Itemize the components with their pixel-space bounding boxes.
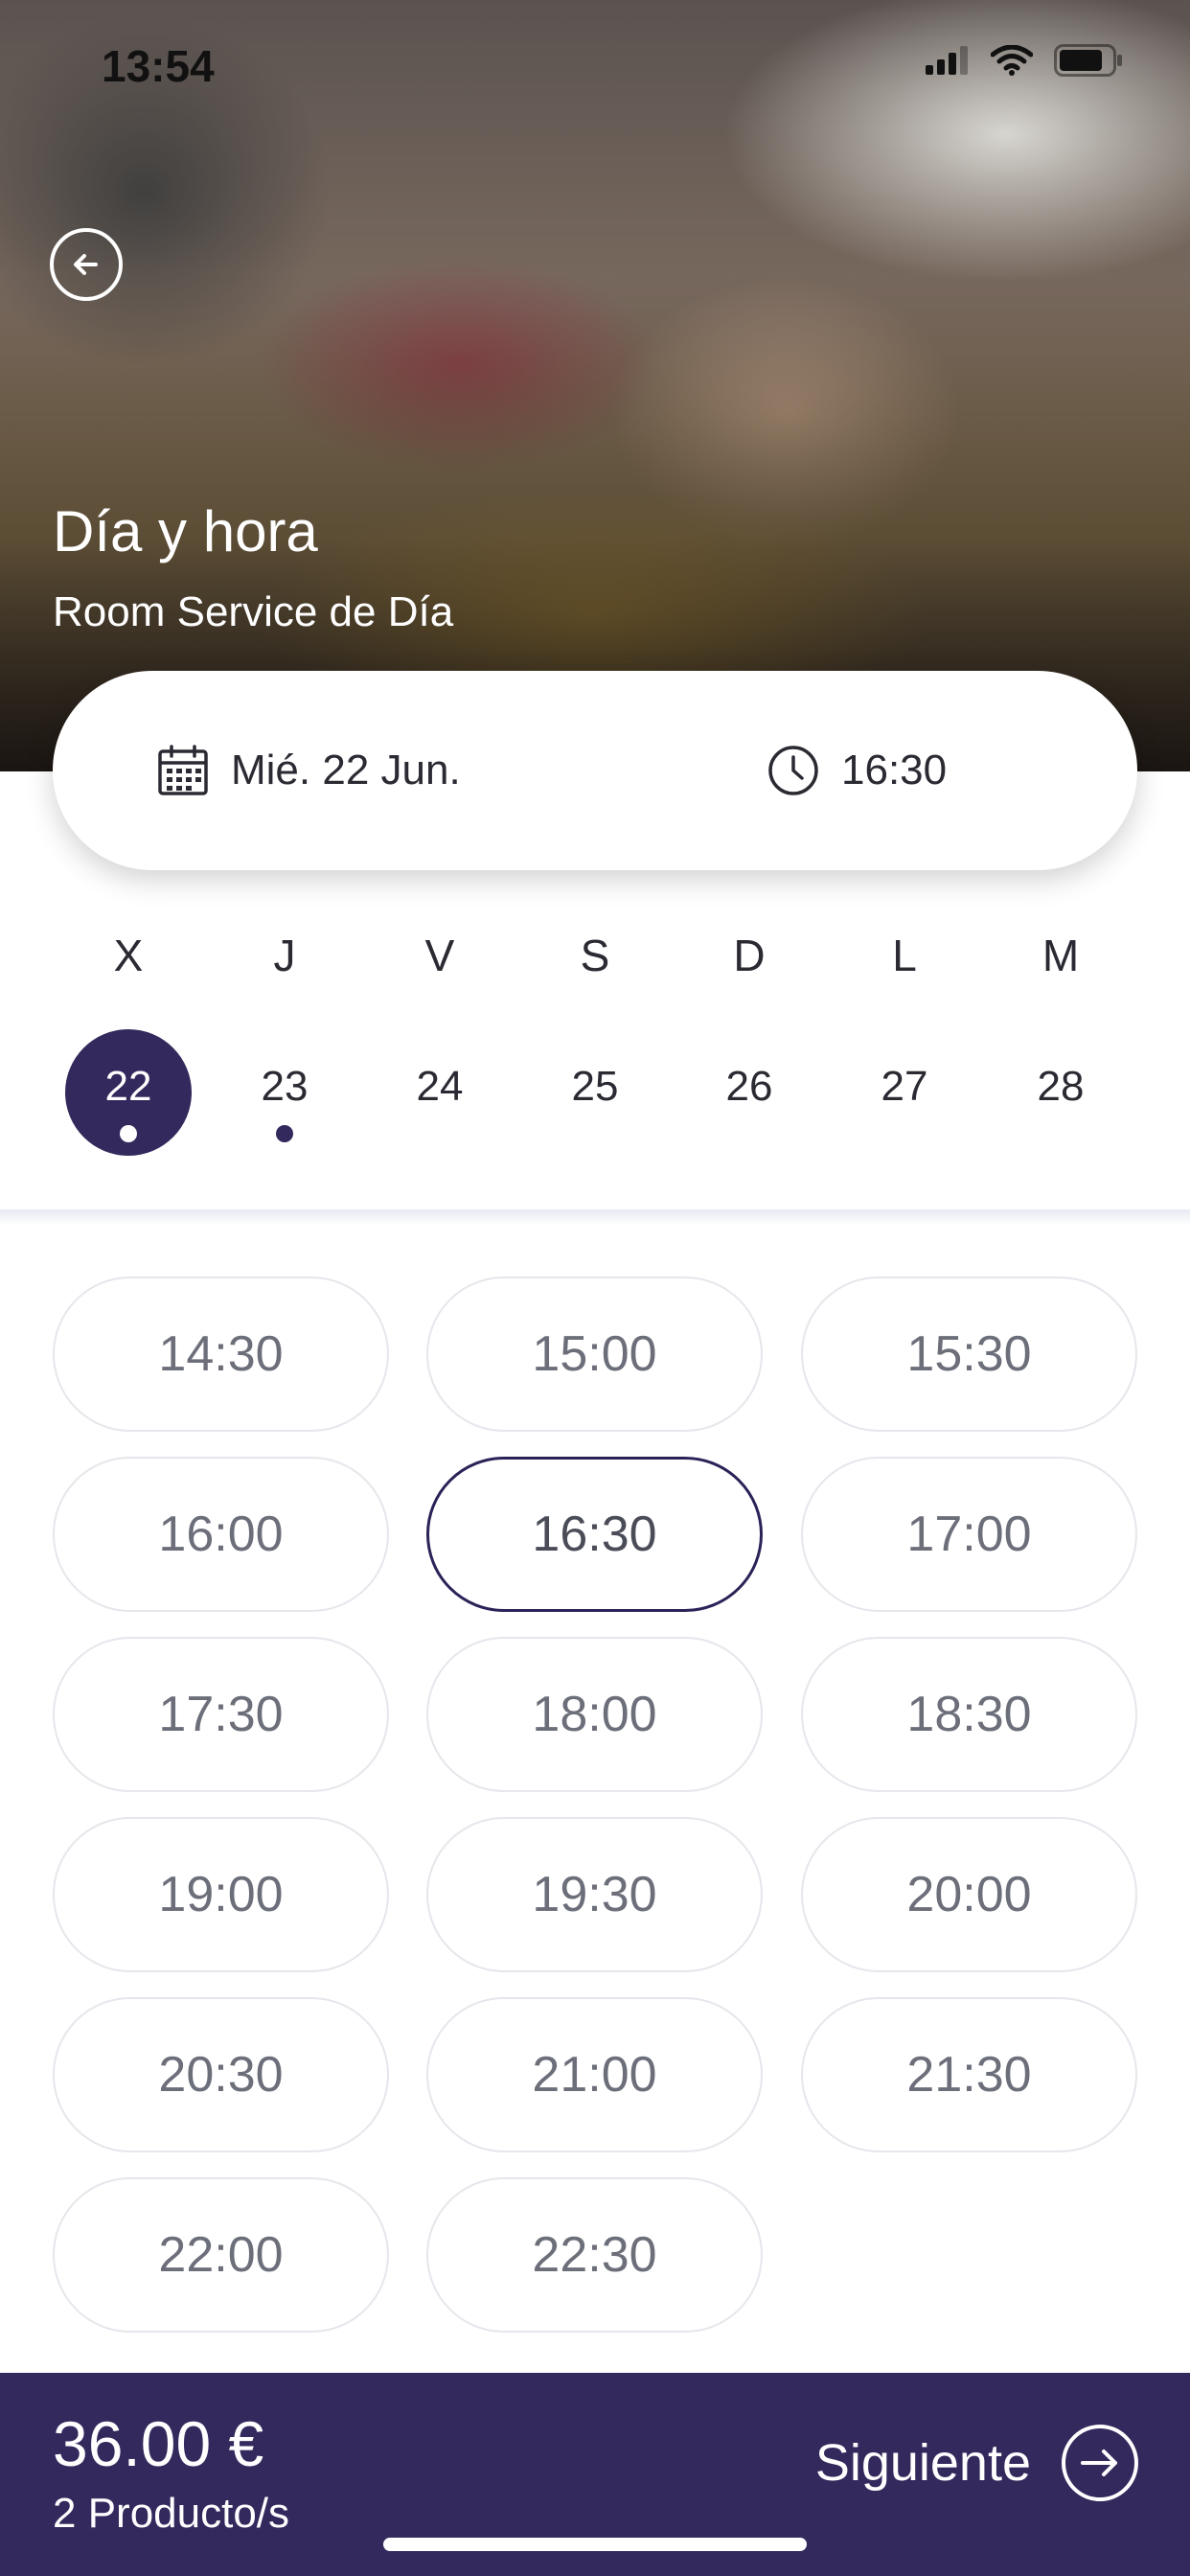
day-letter: M	[1041, 931, 1080, 980]
time-slot[interactable]: 15:30	[801, 1276, 1137, 1432]
day-number: 23	[261, 1063, 309, 1110]
selected-time-text: 16:30	[841, 747, 948, 794]
clock-icon	[768, 746, 818, 795]
day-number: 25	[571, 1063, 619, 1110]
day-letter: V	[424, 931, 455, 980]
day-number-button[interactable]: 27	[841, 1029, 968, 1156]
time-slot[interactable]: 19:30	[426, 1817, 763, 1972]
time-slot[interactable]: 18:30	[801, 1637, 1137, 1792]
availability-dot	[276, 1125, 293, 1142]
time-slot[interactable]: 19:00	[53, 1817, 389, 1972]
day-number-button[interactable]: 24	[377, 1029, 503, 1156]
wifi-icon	[991, 45, 1033, 76]
time-slot[interactable]: 21:00	[426, 1997, 763, 2152]
time-slot[interactable]: 21:30	[801, 1997, 1137, 2152]
time-slot-selected[interactable]: 16:30	[426, 1457, 763, 1612]
time-slot[interactable]: 17:30	[53, 1637, 389, 1792]
time-slot[interactable]: 17:00	[801, 1457, 1137, 1612]
day-number-selected[interactable]: 22	[65, 1029, 192, 1156]
day-number-button[interactable]: 26	[686, 1029, 812, 1156]
selected-date-field[interactable]: Mié. 22 Jun.	[156, 671, 461, 870]
back-button[interactable]	[50, 228, 123, 301]
time-slot[interactable]: 20:30	[53, 1997, 389, 2152]
time-slot[interactable]: 22:00	[53, 2177, 389, 2333]
day-number: 28	[1037, 1063, 1085, 1110]
signal-icon	[926, 46, 968, 75]
day-number: 22	[104, 1063, 152, 1110]
day-letter: X	[113, 931, 144, 980]
status-time: 13:54	[102, 41, 215, 91]
day-letter: L	[892, 931, 917, 980]
day-number: 27	[881, 1063, 928, 1110]
arrow-left-icon	[74, 254, 98, 275]
time-slot[interactable]: 18:00	[426, 1637, 763, 1792]
time-slot[interactable]: 22:30	[426, 2177, 763, 2333]
home-indicator	[383, 2538, 807, 2551]
battery-icon	[1054, 44, 1122, 77]
date-time-selector: Mié. 22 Jun. 16:30	[53, 671, 1137, 870]
day-letter: S	[580, 931, 610, 980]
selected-date-text: Mié. 22 Jun.	[231, 747, 461, 794]
day-number-button[interactable]: 28	[997, 1029, 1124, 1156]
day-number: 24	[416, 1063, 464, 1110]
time-slot[interactable]: 14:30	[53, 1276, 389, 1432]
total-price: 36.00 €	[53, 2408, 264, 2479]
calendar-icon	[158, 745, 208, 795]
status-icons	[926, 44, 1123, 77]
time-slot[interactable]: 20:00	[801, 1817, 1137, 1972]
section-divider	[0, 1209, 1190, 1225]
next-button-label: Siguiente	[814, 2434, 1031, 2492]
availability-dot	[120, 1125, 137, 1142]
day-number: 26	[725, 1063, 773, 1110]
product-count: 2 Producto/s	[53, 2490, 290, 2537]
selected-time-field[interactable]: 16:30	[767, 671, 947, 870]
day-letter: J	[273, 931, 296, 980]
page-subtitle: Room Service de Día	[53, 588, 454, 635]
time-slot[interactable]: 15:00	[426, 1276, 763, 1432]
page-title: Día y hora	[53, 499, 318, 564]
time-slot[interactable]: 16:00	[53, 1457, 389, 1612]
status-bar: 13:54	[0, 0, 1190, 125]
next-button[interactable]: Siguiente	[815, 2423, 1140, 2503]
day-number-button[interactable]: 25	[532, 1029, 658, 1156]
day-number-button[interactable]: 23	[221, 1029, 348, 1156]
day-letter: D	[733, 931, 766, 980]
arrow-right-circle-icon	[1062, 2425, 1138, 2501]
